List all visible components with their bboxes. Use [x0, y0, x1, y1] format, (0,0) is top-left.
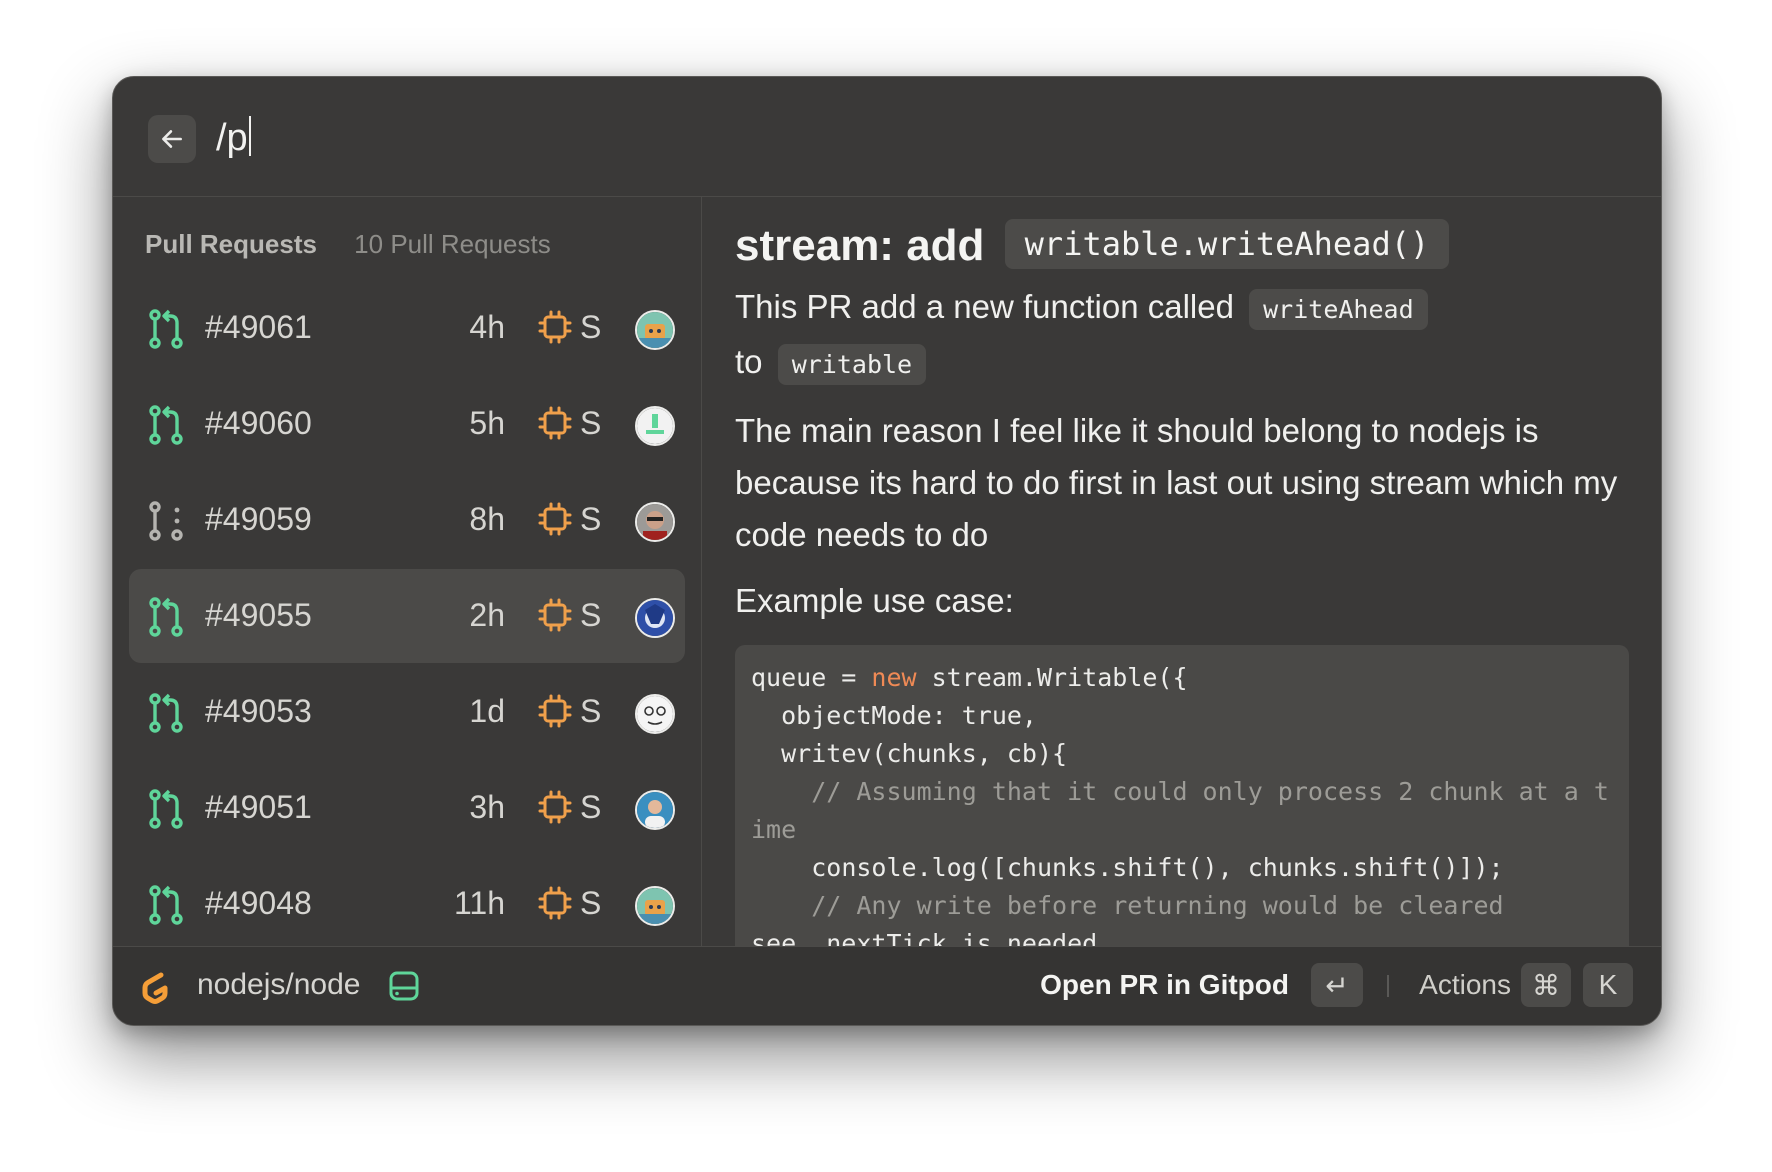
pull-request-row[interactable]: #49053 1d S — [129, 665, 685, 759]
search-query-text: /p — [216, 117, 248, 159]
command-key-hint[interactable]: ⌘ — [1521, 963, 1571, 1007]
k-key-hint[interactable]: K — [1583, 963, 1633, 1007]
actions-button[interactable]: Actions — [1419, 969, 1511, 1001]
pr-size: S — [580, 309, 602, 345]
pr-size: S — [580, 693, 602, 729]
pr-age: 1d — [469, 693, 505, 729]
arrow-left-icon — [162, 130, 182, 148]
list-header: Pull Requests 10 Pull Requests — [145, 229, 551, 260]
code-line-7: see .nextTick is needed — [751, 929, 1098, 947]
pr-age: 3h — [469, 789, 505, 825]
pr-number: #49060 — [205, 405, 312, 441]
draft-pull-request-icon — [149, 501, 183, 541]
author-avatar — [635, 598, 675, 638]
pr-description-example-label: Example use case: — [735, 582, 1014, 619]
pr-size: S — [580, 597, 602, 633]
code-line-2: objectMode: true, — [751, 701, 1037, 730]
author-avatar — [635, 886, 675, 926]
inline-code-writable: writable — [777, 344, 927, 385]
author-avatar — [635, 310, 675, 350]
pr-size: S — [580, 885, 602, 921]
author-avatar — [635, 790, 675, 830]
pr-size: S — [580, 405, 602, 441]
pull-request-icon — [149, 597, 183, 637]
text-caret — [248, 116, 251, 156]
intro-to-text: to — [735, 343, 763, 380]
inline-code-writeahead: writeAhead — [1249, 289, 1428, 330]
list-count: 10 Pull Requests — [354, 229, 551, 259]
pull-request-row[interactable]: #49059 8h S — [129, 473, 685, 567]
pull-request-row[interactable]: #49060 5h S — [129, 377, 685, 471]
chip-icon — [538, 886, 572, 920]
pr-age: 11h — [453, 885, 505, 921]
pr-age: 8h — [469, 501, 505, 537]
pr-number: #49061 — [205, 309, 312, 345]
pull-request-row[interactable]: #49061 4h S — [129, 281, 685, 375]
pr-age: 4h — [469, 309, 505, 345]
author-avatar — [635, 694, 675, 734]
code-line-3: writev(chunks, cb){ — [751, 739, 1068, 768]
pr-size: S — [580, 789, 602, 825]
pull-request-icon — [149, 789, 183, 829]
repository-name[interactable]: nodejs/node — [197, 968, 360, 1002]
divider — [1387, 975, 1389, 997]
pr-title-text: stream: add — [735, 221, 985, 270]
pr-size: S — [580, 501, 602, 537]
chip-icon — [538, 598, 572, 632]
pull-request-icon — [149, 693, 183, 733]
list-title: Pull Requests — [145, 229, 317, 259]
pr-number: #49051 — [205, 789, 312, 825]
code-line-5: console.log([chunks.shift(), chunks.shif… — [751, 853, 1504, 882]
enter-key-hint[interactable]: ↵ — [1311, 963, 1363, 1007]
open-pr-in-gitpod-button[interactable]: Open PR in Gitpod — [1040, 969, 1289, 1001]
code-keyword: new — [871, 663, 917, 692]
pull-request-icon — [149, 309, 183, 349]
pull-request-icon — [149, 405, 183, 445]
code-comment-2: // Any write before returning would be c… — [751, 891, 1504, 920]
search-header: /p — [113, 77, 1661, 197]
back-button[interactable] — [148, 115, 196, 163]
storage-drive-icon — [389, 971, 419, 1001]
pr-number: #49059 — [205, 501, 312, 537]
chip-icon — [538, 694, 572, 728]
pull-request-row[interactable]: #49051 3h S — [129, 761, 685, 855]
pr-description-reason: The main reason I feel like it should be… — [735, 412, 1618, 553]
pr-number: #49053 — [205, 693, 312, 729]
pr-number: #49048 — [205, 885, 312, 921]
search-input[interactable]: /p — [216, 113, 251, 163]
author-avatar — [635, 502, 675, 542]
pull-request-list: #49061 4h S #49060 5h S #49059 8h S #49055 2… — [129, 281, 685, 947]
pr-description-intro: This PR add a new function called writeA… — [735, 281, 1629, 391]
author-avatar — [635, 406, 675, 446]
pr-title-code: writable.writeAhead() — [1004, 219, 1450, 269]
action-bar: nodejs/node Open PR in Gitpod ↵ Actions … — [113, 946, 1661, 1025]
gitpod-logo-icon — [142, 972, 168, 1004]
code-comment-1: // Assuming that it could only process 2… — [751, 777, 1609, 844]
pull-request-row[interactable]: #49055 2h S — [129, 569, 685, 663]
intro-text: This PR add a new function called — [735, 288, 1234, 325]
pull-request-detail-panel: stream: add writable.writeAhead() This P… — [702, 197, 1661, 947]
chip-icon — [538, 406, 572, 440]
pr-number: #49055 — [205, 597, 312, 633]
chip-icon — [538, 502, 572, 536]
pr-age: 2h — [469, 597, 505, 633]
code-line-1-a: queue = — [751, 663, 872, 692]
pull-request-list-panel: Pull Requests 10 Pull Requests #49061 4h … — [113, 197, 702, 947]
code-line-1-b: stream.Writable({ — [916, 663, 1188, 692]
pull-request-icon — [149, 885, 183, 925]
pr-title: stream: add writable.writeAhead() — [735, 219, 1629, 271]
chip-icon — [538, 310, 572, 344]
pull-request-row[interactable]: #49048 11h S — [129, 857, 685, 947]
app-window: /p Pull Requests 10 Pull Requests #49061… — [112, 76, 1662, 1026]
code-block: queue = new stream.Writable({ objectMode… — [735, 645, 1629, 947]
chip-icon — [538, 790, 572, 824]
pr-age: 5h — [469, 405, 505, 441]
